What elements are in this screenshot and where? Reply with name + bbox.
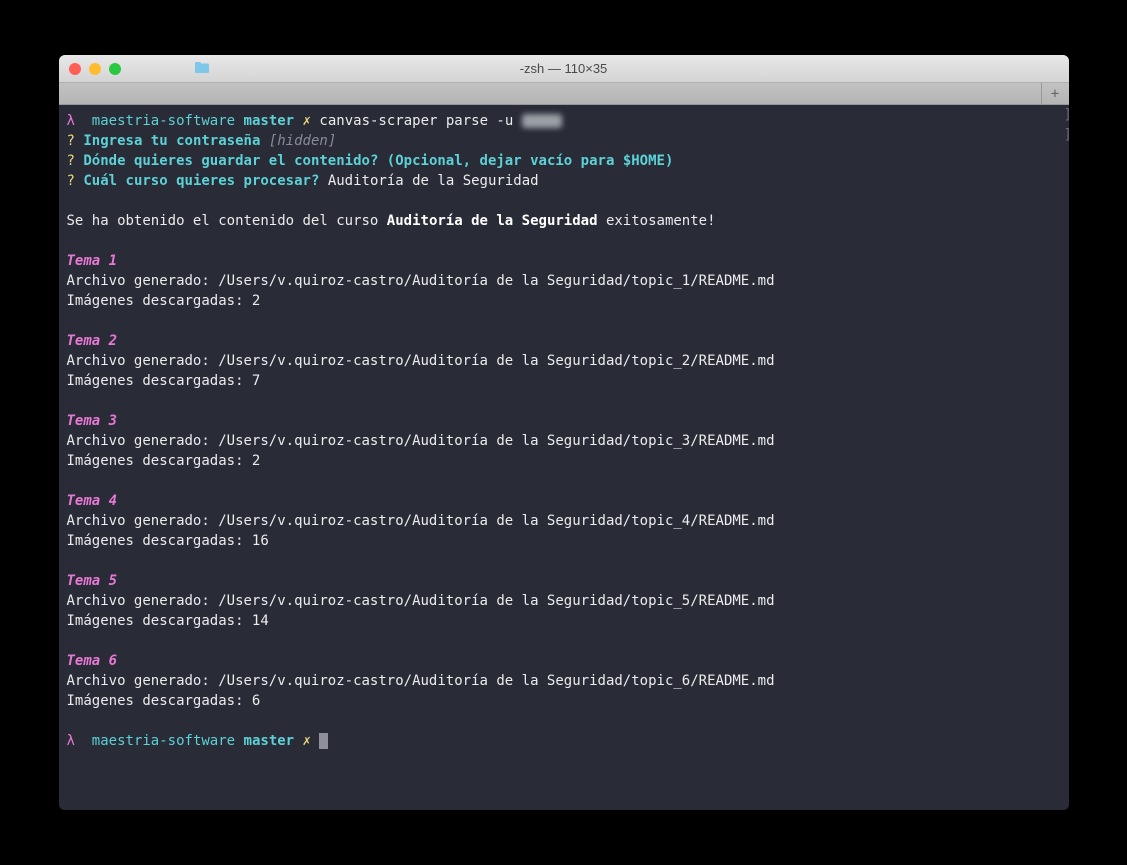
git-status-symbol: ✗ [303,113,311,129]
images-count: Imágenes descargadas: 2 [67,453,261,469]
prompt-question-line: ? Cuál curso quieres procesar? Auditoría… [67,171,1061,191]
generated-file: Archivo generado: /Users/v.quiroz-castro… [67,353,775,369]
question-text: Ingresa tu contraseña [83,133,260,149]
prompt-line: λ maestria-software master ✗ [67,731,1061,751]
minimize-button[interactable] [89,63,101,75]
generated-file: Archivo generado: /Users/v.quiroz-castro… [67,433,775,449]
answer-text: Auditoría de la Seguridad [328,173,539,189]
question-marker: ? [67,153,75,169]
scrollbar-marks: ] ] [1064,105,1069,145]
hidden-hint: [hidden] [269,133,336,149]
terminal-window: -zsh — 110×35 + λ maestria-software mast… [59,55,1069,810]
images-count: Imágenes descargadas: 16 [67,533,269,549]
images-count: Imágenes descargadas: 7 [67,373,261,389]
generated-file: Archivo generado: /Users/v.quiroz-castro… [67,593,775,609]
directory-name: maestria-software [92,733,235,749]
lambda-symbol: λ [67,733,75,749]
tab-bar: + [59,83,1069,105]
prompt-question-line: ? Dónde quieres guardar el contenido? (O… [67,151,1061,171]
prompt-line: λ maestria-software master ✗ canvas-scra… [67,111,1061,131]
question-marker: ? [67,173,75,189]
branch-name: master [244,733,295,749]
question-text: Cuál curso quieres procesar? [83,173,319,189]
success-suffix: exitosamente! [598,213,716,229]
new-tab-button[interactable]: + [1041,83,1069,104]
directory-name: maestria-software [92,113,235,129]
blurred-argument [522,114,562,128]
topic-title: Tema 3 [67,413,118,429]
scroll-mark: ] [1064,125,1069,145]
git-status-symbol: ✗ [303,733,311,749]
traffic-lights [69,63,121,75]
topic-title: Tema 5 [67,573,118,589]
images-count: Imágenes descargadas: 2 [67,293,261,309]
course-name: Auditoría de la Seguridad [387,213,598,229]
branch-name: master [244,113,295,129]
command-text: canvas-scraper parse -u [319,113,521,129]
window-title: -zsh — 110×35 [520,61,608,76]
generated-file: Archivo generado: /Users/v.quiroz-castro… [67,273,775,289]
lambda-symbol: λ [67,113,75,129]
question-text: Dónde quieres guardar el contenido? (Opc… [83,153,673,169]
scroll-mark: ] [1064,105,1069,125]
titlebar: -zsh — 110×35 [59,55,1069,83]
success-prefix: Se ha obtenido el contenido del curso [67,213,387,229]
cursor [319,733,328,749]
images-count: Imágenes descargadas: 14 [67,613,269,629]
generated-file: Archivo generado: /Users/v.quiroz-castro… [67,513,775,529]
generated-file: Archivo generado: /Users/v.quiroz-castro… [67,673,775,689]
topic-title: Tema 2 [67,333,118,349]
maximize-button[interactable] [109,63,121,75]
folder-icon [194,61,210,77]
success-message: Se ha obtenido el contenido del curso Au… [67,211,1061,231]
topic-title: Tema 1 [67,253,118,269]
images-count: Imágenes descargadas: 6 [67,693,261,709]
topic-title: Tema 4 [67,493,118,509]
prompt-question-line: ? Ingresa tu contraseña [hidden] [67,131,1061,151]
topic-title: Tema 6 [67,653,118,669]
terminal-content[interactable]: λ maestria-software master ✗ canvas-scra… [59,105,1069,810]
close-button[interactable] [69,63,81,75]
question-marker: ? [67,133,75,149]
